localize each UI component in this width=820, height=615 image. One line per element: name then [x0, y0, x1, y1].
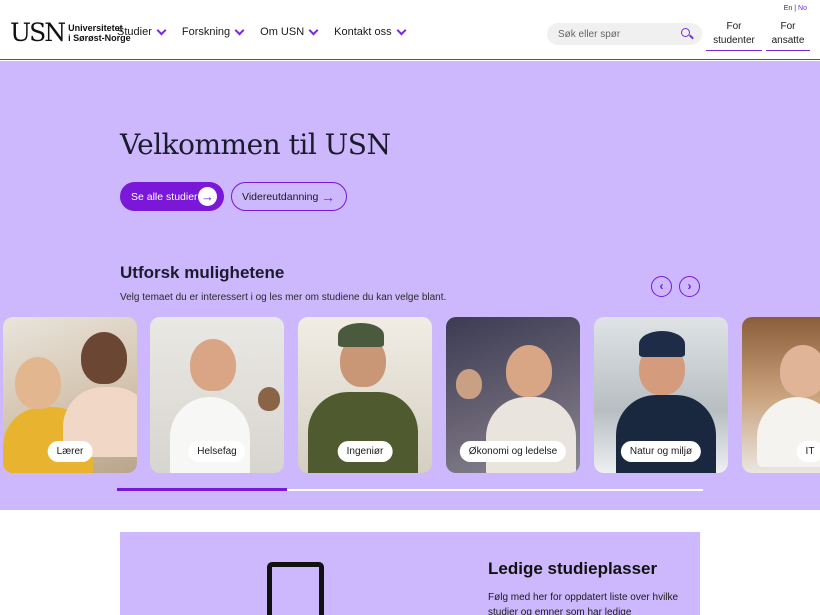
- tablet-icon: [267, 562, 324, 615]
- nav-label: Kontakt oss: [334, 26, 392, 38]
- topic-card-natur[interactable]: Natur og miljø: [594, 317, 728, 473]
- continuing-education-button[interactable]: Videreutdanning →: [231, 182, 347, 211]
- arrow-right-icon: →: [321, 189, 335, 205]
- see-all-studies-button[interactable]: Se alle studier →: [120, 182, 224, 211]
- for-students-line2: studenter: [713, 35, 755, 46]
- for-staff-link[interactable]: For ansatte: [766, 20, 810, 51]
- language-switcher: En | No: [784, 5, 807, 12]
- card-photo-figure: [456, 369, 482, 399]
- chevron-left-icon: ‹: [659, 279, 664, 293]
- nav-forskning[interactable]: Forskning: [181, 25, 245, 38]
- search-icon[interactable]: [680, 27, 694, 41]
- for-staff-line2: ansatte: [771, 35, 805, 46]
- card-label: Økonomi og ledelse: [459, 441, 567, 462]
- topic-card-helsefag[interactable]: Helsefag: [150, 317, 284, 473]
- chevron-down-icon: [308, 25, 319, 35]
- carousel-prev-button[interactable]: ‹: [651, 276, 672, 297]
- search-box: [547, 23, 702, 45]
- card-photo-figure: [338, 323, 384, 347]
- chevron-down-icon: [156, 25, 167, 35]
- nav-label: Studier: [117, 26, 152, 38]
- page-title: Velkommen til USN: [120, 128, 391, 161]
- for-staff-line1: For: [780, 21, 796, 32]
- card-photo-figure: [506, 345, 552, 397]
- main-nav: Studier Forskning Om USN Kontakt oss: [117, 25, 422, 38]
- panel-text: Følg med her for oppdatert liste over hv…: [488, 592, 679, 615]
- for-students-line1: For: [726, 21, 742, 32]
- card-label: Helsefag: [188, 441, 246, 462]
- nav-studier[interactable]: Studier: [117, 25, 167, 38]
- card-photo-figure: [639, 331, 685, 357]
- carousel-next-button[interactable]: ›: [679, 276, 700, 297]
- card-photo-figure: [81, 332, 127, 384]
- lang-en-link[interactable]: En: [784, 5, 793, 12]
- carousel-progress-fill: [117, 488, 287, 491]
- card-label: Natur og miljø: [620, 441, 702, 462]
- logo-line-1: Universitetet: [68, 22, 123, 33]
- usn-logo[interactable]: USN Universitetet i Sørøst-Norge: [10, 20, 131, 45]
- chevron-down-icon: [396, 25, 407, 35]
- card-label: IT: [796, 441, 820, 462]
- topic-carousel: Lærer Helsefag Ingeniør Økonomi og ledel…: [0, 317, 820, 473]
- card-label: Ingeniør: [337, 441, 393, 462]
- card-photo-figure: [780, 345, 820, 397]
- logo-mark: USN: [10, 18, 66, 47]
- arrow-right-icon: →: [198, 187, 217, 206]
- button-label: Videreutdanning: [242, 190, 319, 203]
- site-header: USN Universitetet i Sørøst-Norge Studier…: [0, 0, 820, 60]
- section-subtitle: Velg temaet du er interessert i og les m…: [120, 292, 447, 303]
- topic-card-ingenior[interactable]: Ingeniør: [298, 317, 432, 473]
- nav-label: Om USN: [260, 26, 305, 38]
- button-label: Se alle studier: [131, 190, 198, 203]
- card-photo-figure: [15, 357, 61, 409]
- card-photo-figure: [258, 387, 280, 411]
- lang-no-link[interactable]: No: [798, 5, 807, 12]
- nav-kontakt-oss[interactable]: Kontakt oss: [334, 25, 407, 38]
- carousel-progress-bar: [117, 488, 703, 491]
- section-title: Utforsk mulighetene: [120, 263, 285, 282]
- chevron-down-icon: [234, 25, 245, 35]
- link-underline: [706, 50, 762, 51]
- for-students-link[interactable]: For studenter: [706, 20, 762, 51]
- nav-om-usn[interactable]: Om USN: [260, 25, 319, 38]
- topic-card-it[interactable]: IT: [742, 317, 820, 473]
- hero-section: Velkommen til USN Se alle studier → Vide…: [0, 61, 820, 510]
- topic-card-laerer[interactable]: Lærer: [3, 317, 137, 473]
- nav-label: Forskning: [181, 26, 231, 38]
- lang-separator: |: [794, 5, 797, 12]
- topic-card-okonomi[interactable]: Økonomi og ledelse: [446, 317, 580, 473]
- search-input[interactable]: [558, 28, 676, 40]
- link-underline: [766, 50, 810, 51]
- available-places-panel: Ledige studieplasser Følg med her for op…: [120, 532, 700, 615]
- chevron-right-icon: ›: [687, 279, 692, 293]
- panel-title: Ledige studieplasser: [488, 559, 658, 578]
- card-photo-figure: [190, 339, 236, 391]
- card-label: Lærer: [47, 441, 93, 462]
